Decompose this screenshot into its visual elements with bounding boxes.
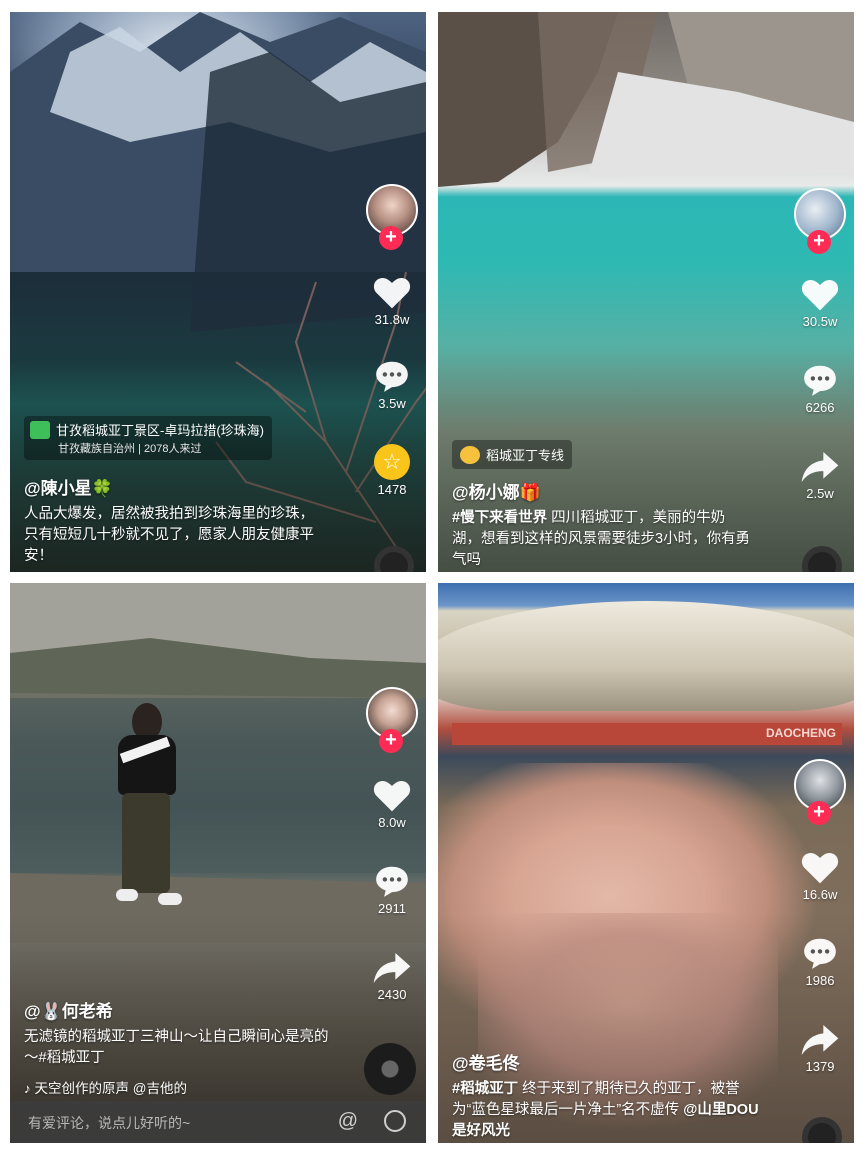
comment-button[interactable]: 1986 xyxy=(792,935,848,988)
share-count: 1379 xyxy=(805,1059,835,1074)
like-count: 16.6w xyxy=(802,887,838,902)
comment-icon xyxy=(804,938,836,969)
like-button[interactable]: 30.5w xyxy=(792,276,848,329)
like-count: 31.8w xyxy=(374,312,410,327)
heart-icon xyxy=(801,853,839,884)
share-icon xyxy=(373,953,411,983)
comment-count: 6266 xyxy=(805,400,835,415)
caption: 无滤镜的稻城亚丁三神山～让自己瞬间心是亮的～#稻城亚丁 xyxy=(24,1029,329,1066)
like-count: 30.5w xyxy=(802,314,838,329)
heart-icon xyxy=(801,280,839,311)
comment-input[interactable]: 有爱评论，说点儿好听的~ xyxy=(28,1113,190,1133)
music-disc[interactable] xyxy=(364,1043,416,1095)
username[interactable]: @杨小娜🎁 xyxy=(452,478,541,503)
favorite-button[interactable]: ☆ 1478 xyxy=(364,444,420,497)
hashtag[interactable]: #慢下来看世界 xyxy=(452,510,547,526)
like-button[interactable]: 31.8w xyxy=(364,274,420,327)
cliff-scene xyxy=(438,12,854,187)
comment-icon xyxy=(376,866,408,897)
location-tag[interactable]: 甘孜稻城亚丁景区-卓玛拉措(珍珠海) 甘孜藏族自治州 | 2078人来过 xyxy=(24,416,272,460)
comment-icon xyxy=(376,361,408,392)
share-count: 2430 xyxy=(377,987,407,1002)
share-count: 2.5w xyxy=(806,486,834,501)
follow-button[interactable]: + xyxy=(807,230,831,254)
username[interactable]: @陳小星🍀 xyxy=(24,474,113,499)
location-title: 甘孜稻城亚丁景区-卓玛拉措(珍珠海) xyxy=(56,423,264,438)
follow-button[interactable]: + xyxy=(807,801,831,825)
comment-count: 2911 xyxy=(378,901,406,916)
heart-icon xyxy=(373,781,411,812)
video-panel-4[interactable]: DAOCHENG + 16.6w 1986 1379 @卷毛佟 #稻城亚丁 终于… xyxy=(438,583,854,1143)
route-label: 稻城亚丁专线 xyxy=(486,448,565,463)
comment-count: 1986 xyxy=(805,973,835,988)
like-button[interactable]: 8.0w xyxy=(364,777,420,830)
video-panel-2[interactable]: + 30.5w 6266 2.5w 稻城亚丁专线 @杨小娜🎁 #慢下来看世界 四… xyxy=(438,12,854,572)
like-button[interactable]: 16.6w xyxy=(792,849,848,902)
follow-button[interactable]: + xyxy=(379,226,403,250)
username[interactable]: @🐰何老希 xyxy=(24,997,113,1022)
comment-count: 3.5w xyxy=(378,396,406,411)
favorite-count: 1478 xyxy=(377,482,407,497)
building-sign: DAOCHENG xyxy=(452,723,842,745)
mention-button[interactable]: @ xyxy=(338,1110,358,1133)
video-panel-1[interactable]: + 31.8w 3.5w ☆ 1478 甘孜稻城亚丁景区-卓玛拉措(珍珠海) 甘… xyxy=(10,12,426,572)
music-title[interactable]: ♪ 天空创作的原声 @吉他的 xyxy=(24,1077,187,1097)
location-pin-icon xyxy=(460,445,480,464)
caption: 人品大爆发，居然被我拍到珍珠海里的珍珠，只有短短几十秒就不见了，愿家人朋友健康平… xyxy=(24,506,314,564)
star-icon: ☆ xyxy=(374,444,410,480)
sign-text: DAOCHENG xyxy=(765,726,836,740)
caption: #慢下来看世界 四川稻城亚丁，美丽的牛奶湖，想看到这样的风景需要徒步3小时，你有… xyxy=(452,508,752,571)
photo-icon xyxy=(30,420,50,439)
share-button[interactable]: 2.5w xyxy=(792,450,848,501)
follow-button[interactable]: + xyxy=(379,729,403,753)
username[interactable]: @卷毛佟 xyxy=(452,1049,520,1074)
emoji-icon[interactable] xyxy=(384,1110,406,1132)
airport-roof xyxy=(438,601,854,711)
comment-icon xyxy=(804,365,836,396)
video-panel-3[interactable]: + 8.0w 2911 2430 @🐰何老希 无滤镜的稻城亚丁三神山～让自己瞬间… xyxy=(10,583,426,1143)
share-icon xyxy=(801,1025,839,1055)
route-tag[interactable]: 稻城亚丁专线 xyxy=(452,440,573,469)
comment-bar[interactable]: 有爱评论，说点儿好听的~ @ xyxy=(10,1101,426,1143)
share-icon xyxy=(801,452,839,482)
location-subtitle: 甘孜藏族自治州 | 2078人来过 xyxy=(58,443,202,455)
like-count: 8.0w xyxy=(378,815,406,830)
comment-button[interactable]: 2911 xyxy=(364,863,420,916)
comment-button[interactable]: 3.5w xyxy=(364,358,420,411)
person-figure xyxy=(110,703,182,913)
caption: #稻城亚丁 终于来到了期待已久的亚丁，被誉为“蓝色星球最后一片净土”名不虚传 @… xyxy=(452,1079,772,1142)
comment-button[interactable]: 6266 xyxy=(792,362,848,415)
share-button[interactable]: 1379 xyxy=(792,1023,848,1074)
hashtag[interactable]: #稻城亚丁 xyxy=(452,1081,518,1097)
share-button[interactable]: 2430 xyxy=(364,951,420,1002)
heart-icon xyxy=(373,278,411,309)
